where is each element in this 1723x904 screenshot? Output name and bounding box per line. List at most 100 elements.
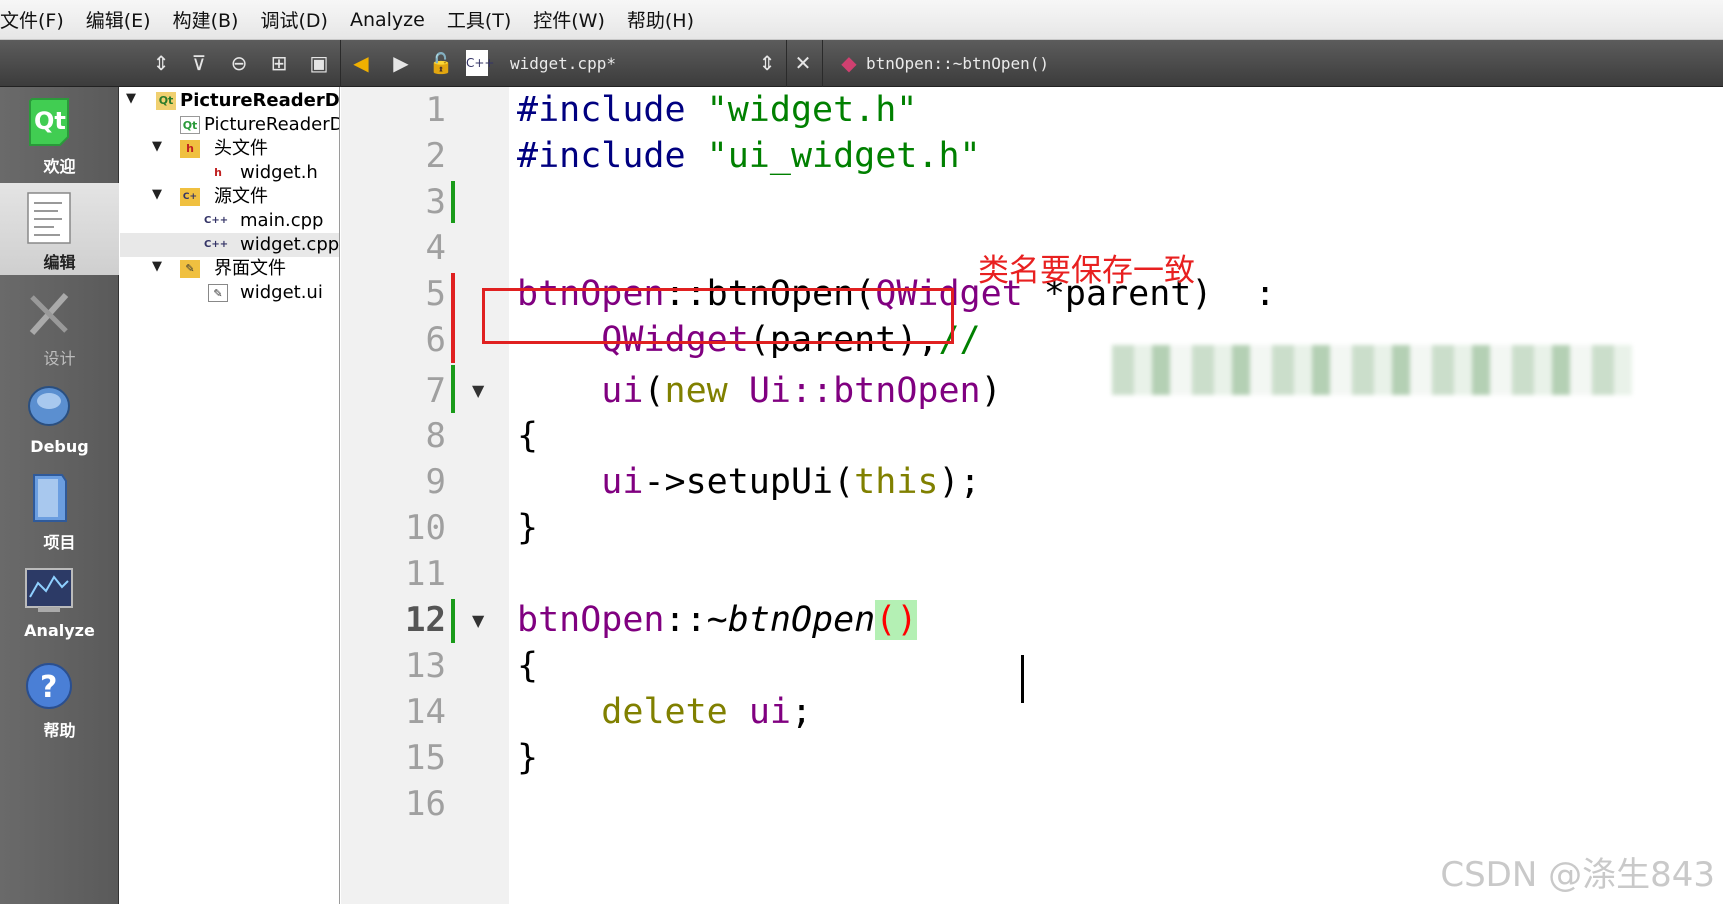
tree-label: 源文件 [214, 186, 268, 207]
mode-label: 编辑 [43, 253, 76, 272]
line-number: 1 [425, 90, 446, 130]
lock-icon[interactable]: 🔓 [426, 48, 456, 78]
menu-tools[interactable]: 工具(T) [436, 6, 522, 33]
line-number: 3 [425, 182, 446, 222]
link-icon[interactable]: ⊖ [224, 48, 254, 78]
tree-item-widget-cpp[interactable]: C++ widget.cpp [120, 233, 340, 257]
project-tree: ▼ Qt PictureReaderDe Qt PictureReaderD ▼… [120, 87, 340, 904]
line-number: 6 [425, 320, 446, 360]
change-marker-added [451, 181, 455, 223]
source-folder-icon: C+ [180, 188, 200, 206]
ui-file-icon: ✎ [208, 284, 228, 302]
menu-edit[interactable]: 编辑(E) [75, 6, 162, 33]
watermark: CSDN @涤生843 [1440, 855, 1715, 895]
tree-item-headers[interactable]: ▼ h 头文件 [120, 137, 339, 161]
expand-arrow-icon[interactable]: ▼ [152, 259, 162, 274]
code-line-1: #include "widget.h" [517, 87, 917, 133]
mode-label: 设计 [43, 349, 76, 368]
tree-item-main-cpp[interactable]: C++ main.cpp [120, 209, 339, 233]
mode-help[interactable]: ? 帮助 [0, 651, 119, 743]
token-preprocessor: #include [517, 136, 686, 176]
token-string: "ui_widget.h" [706, 136, 981, 176]
mode-projects[interactable]: 项目 [0, 463, 119, 555]
change-marker-added [451, 599, 455, 643]
forms-folder-icon: ✎ [180, 260, 200, 278]
menu-debug[interactable]: 调试(D) [249, 6, 338, 33]
mode-label: Debug [30, 437, 89, 456]
token-keyword: delete [601, 692, 728, 732]
line-number: 16 [405, 784, 446, 824]
design-tools-icon [29, 292, 69, 336]
fold-arrow-icon[interactable]: ▼ [472, 381, 484, 400]
header-folder-icon: h [180, 140, 200, 158]
open-file-combo[interactable]: widget.cpp* [510, 40, 616, 87]
token-member: ui [601, 462, 644, 502]
code-editor[interactable]: 1 2 3 4 5 6 7 8 9 10 11 12 13 14 15 16 ▼… [341, 87, 1723, 904]
mode-selector: Qt 欢迎 编辑 设计 Debug 项目 Analyze ? 帮助 [0, 87, 119, 904]
token-keyword: new [664, 371, 728, 411]
mode-label: 欢迎 [43, 157, 76, 176]
code-line-2: #include "ui_widget.h" [517, 133, 981, 179]
menu-controls[interactable]: 控件(W) [522, 6, 616, 33]
expand-arrow-icon[interactable]: ▼ [152, 139, 162, 154]
help-question-icon: ? [26, 663, 72, 709]
editor-toolbar: ⇕ ⊽ ⊖ ⊞ ▣ ◀ ▶ 🔓 C++ widget.cpp* ⇕ ✕ ◆ bt… [0, 40, 1723, 87]
forward-arrow-icon[interactable]: ▶ [386, 48, 416, 78]
code-line-13: { [517, 646, 539, 686]
tree-item-forms[interactable]: ▼ ✎ 界面文件 [120, 257, 339, 281]
cpp-file-icon: C++ [204, 215, 229, 226]
change-marker-added [451, 365, 455, 413]
qt-logo-icon: Qt [29, 98, 69, 146]
token-member: ui [601, 371, 644, 411]
token-keyword: this [854, 462, 939, 502]
mode-analyze[interactable]: Analyze [0, 555, 119, 647]
token-string: "widget.h" [706, 90, 918, 130]
code-line-15: } [517, 738, 539, 778]
tree-item-widget-ui[interactable]: ✎ widget.ui [120, 281, 339, 305]
combo-arrows-icon[interactable]: ⇕ [752, 48, 782, 78]
cpp-file-icon: C++ [466, 50, 495, 76]
token-paren: ( [643, 371, 665, 411]
code-line-10: } [517, 508, 539, 548]
menu-help[interactable]: 帮助(H) [616, 6, 705, 33]
annotation-highlight-box [482, 288, 954, 344]
mode-design[interactable]: 设计 [0, 279, 119, 371]
pro-file-icon: Qt [180, 116, 200, 134]
close-document-icon[interactable]: ✕ [788, 48, 818, 78]
mode-edit[interactable]: 编辑 [0, 183, 119, 275]
symbol-combo[interactable]: btnOpen::~btnOpen() [866, 40, 1049, 87]
tree-item-pro-file[interactable]: Qt PictureReaderD [120, 113, 339, 137]
close-pane-icon[interactable]: ▣ [304, 48, 334, 78]
tree-item-project[interactable]: ▼ Qt PictureReaderDe [120, 89, 339, 113]
split-add-icon[interactable]: ⊞ [264, 48, 294, 78]
token-member: ui [748, 692, 791, 732]
tree-item-sources[interactable]: ▼ C+ 源文件 [120, 185, 339, 209]
tree-label: widget.cpp [240, 234, 340, 255]
token-paren: ) [980, 371, 1002, 411]
back-arrow-icon[interactable]: ◀ [346, 48, 376, 78]
sort-arrows-icon[interactable]: ⇕ [146, 48, 176, 78]
menu-bar: 文件(F) 编辑(E) 构建(B) 调试(D) Analyze 工具(T) 控件… [0, 0, 1723, 40]
expand-arrow-icon[interactable]: ▼ [126, 91, 136, 106]
expand-arrow-icon[interactable]: ▼ [152, 187, 162, 202]
mode-debug[interactable]: Debug [0, 371, 119, 463]
menu-analyze[interactable]: Analyze [339, 9, 436, 31]
code-line-8: { [517, 416, 539, 456]
fold-arrow-icon[interactable]: ▼ [472, 611, 484, 630]
code-line-7: ui(new Ui::btnOpen) [517, 368, 1002, 414]
code-line-14: delete ui; [517, 689, 812, 735]
tree-label: main.cpp [240, 210, 324, 231]
token-call: ->setupUi( [643, 462, 855, 502]
code-line-9: ui->setupUi(this); [517, 459, 980, 505]
token-preprocessor: #include [517, 90, 686, 130]
tree-item-widget-h[interactable]: h widget.h [120, 161, 339, 185]
symbol-method-icon: ◆ [841, 51, 857, 75]
filter-icon[interactable]: ⊽ [184, 48, 214, 78]
mode-label: Analyze [24, 621, 95, 640]
line-number: 7 [425, 371, 446, 411]
menu-file[interactable]: 文件(F) [0, 6, 75, 33]
project-folder-icon [33, 474, 67, 522]
text-cursor [1021, 655, 1024, 703]
menu-build[interactable]: 构建(B) [162, 6, 250, 33]
mode-welcome[interactable]: Qt 欢迎 [0, 87, 119, 179]
